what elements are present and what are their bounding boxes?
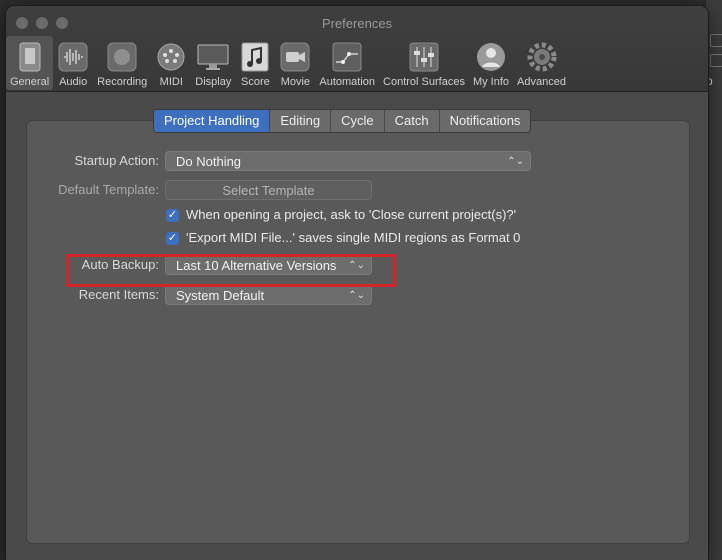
tab-editing[interactable]: Editing (269, 110, 330, 132)
close-project-checkbox-label: When opening a project, ask to 'Close cu… (186, 207, 517, 222)
default-template-label: Default Template: (58, 182, 159, 197)
toolbar-score[interactable]: Score (235, 36, 275, 90)
background-checkbox (710, 54, 722, 67)
toolbar-my-info[interactable]: My Info (469, 36, 513, 90)
toolbar-label: Recording (97, 76, 148, 88)
close-project-checkbox[interactable]: ✓ (166, 209, 179, 222)
automation-icon (331, 41, 363, 73)
recent-items-value: System Default (176, 288, 265, 303)
auto-backup-highlight-box (66, 254, 396, 287)
toolbar-label: Advanced (517, 76, 566, 88)
export-midi-checkbox-label: 'Export MIDI File...' saves single MIDI … (186, 230, 521, 245)
startup-action-popup[interactable]: Do Nothing ⌃⌄ (165, 151, 531, 171)
toolbar-label: General (10, 76, 50, 88)
toolbar-label: MIDI (159, 76, 183, 88)
toolbar-automation[interactable]: Automation (315, 36, 379, 90)
toolbar-label: My Info (472, 76, 510, 88)
title-bar: Preferences General Audio Recording MIDI… (6, 6, 708, 92)
toolbar-control-surfaces[interactable]: Control Surfaces (379, 36, 469, 90)
tab-project-handling[interactable]: Project Handling (154, 110, 270, 132)
recent-items-label: Recent Items: (78, 287, 159, 302)
audio-icon (57, 41, 89, 73)
export-midi-checkbox[interactable]: ✓ (166, 232, 179, 245)
toolbar-advanced[interactable]: Advanced (513, 36, 570, 90)
chevron-updown-icon: ⌃⌄ (348, 290, 365, 301)
toolbar-movie[interactable]: Movie (275, 36, 315, 90)
toolbar-label: Automation (319, 76, 376, 88)
toolbar-general[interactable]: General (6, 36, 54, 90)
tab-catch[interactable]: Catch (383, 110, 439, 132)
toolbar-display[interactable]: Display (191, 36, 235, 90)
window-title: Preferences (321, 16, 393, 31)
startup-action-value: Do Nothing (176, 154, 242, 169)
recording-icon (106, 41, 138, 73)
startup-action-label: Startup Action: (74, 153, 159, 168)
preferences-toolbar: General Audio Recording MIDI Display Sco… (6, 36, 570, 90)
tab-bar: Project Handling Editing Cycle Catch Not… (153, 109, 532, 133)
toolbar-label: Control Surfaces (383, 76, 465, 88)
background-app-edge: p (706, 0, 722, 560)
toolbar-midi[interactable]: MIDI (151, 36, 191, 90)
my-info-icon (475, 41, 507, 73)
preferences-window: Preferences General Audio Recording MIDI… (6, 6, 708, 560)
movie-icon (279, 41, 311, 73)
tab-cycle[interactable]: Cycle (330, 110, 384, 132)
advanced-icon (526, 41, 558, 73)
score-icon (239, 41, 271, 73)
midi-icon (155, 41, 187, 73)
toolbar-recording[interactable]: Recording (93, 36, 151, 90)
general-icon (14, 41, 46, 73)
chevron-updown-icon: ⌃⌄ (507, 156, 524, 167)
toolbar-label: Audio (59, 76, 88, 88)
toolbar-label: Display (195, 76, 232, 88)
toolbar-label: Score (240, 76, 270, 88)
control-surfaces-icon (408, 41, 440, 73)
tab-notifications[interactable]: Notifications (438, 110, 531, 132)
display-icon (197, 41, 229, 73)
background-checkbox (710, 34, 722, 47)
recent-items-popup[interactable]: System Default ⌃⌄ (165, 285, 372, 305)
toolbar-label: Movie (280, 76, 311, 88)
toolbar-audio[interactable]: Audio (53, 36, 93, 90)
select-template-button[interactable]: Select Template (165, 180, 372, 200)
